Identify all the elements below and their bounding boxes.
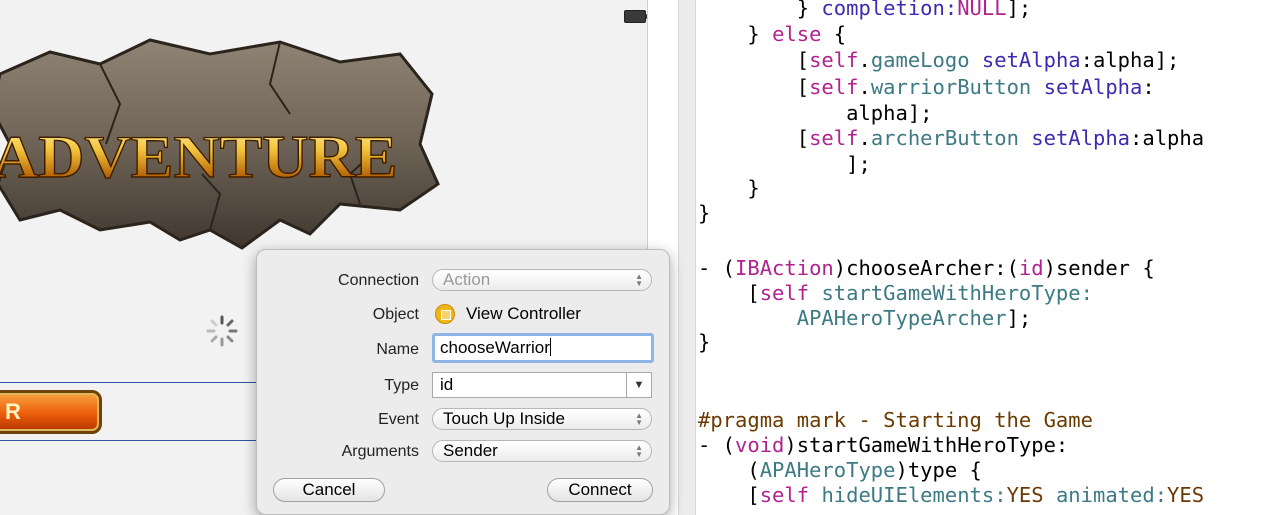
arguments-label: Arguments (341, 443, 419, 460)
view-controller-icon (435, 304, 455, 324)
code-line: } (698, 201, 711, 225)
code-line: alpha]; (698, 101, 933, 125)
stepper-arrows-icon: ▲ ▼ (635, 272, 643, 288)
type-value: id (440, 375, 454, 394)
battery-icon (624, 10, 647, 23)
connection-select[interactable]: Action ▲ ▼ (432, 269, 652, 291)
code-line: [self.archerButton setAlpha:alpha (698, 126, 1205, 150)
connection-guide-line (0, 382, 256, 383)
cancel-button[interactable]: Cancel (273, 478, 385, 502)
connection-guide-line (0, 440, 256, 441)
stepper-arrows-icon: ▲ ▼ (635, 411, 643, 427)
code-line: [self startGameWithHeroType: (698, 281, 1093, 305)
warrior-button[interactable]: R (0, 390, 102, 434)
editor-split-divider[interactable] (678, 0, 696, 515)
event-label: Event (378, 411, 419, 428)
code-line: [self.warriorButton setAlpha: (698, 75, 1155, 99)
code-line: - (IBAction)chooseArcher:(id)sender { (698, 256, 1155, 280)
arguments-value: Sender (443, 441, 498, 460)
code-line: } else { (698, 22, 847, 46)
object-label: Object (372, 306, 419, 323)
game-logo[interactable]: ADVENTURE (0, 34, 450, 256)
connection-value: Action (443, 270, 491, 289)
code-line: APAHeroTypeArcher]; (796, 306, 1032, 330)
name-input[interactable]: chooseWarrior (432, 333, 654, 363)
code-line: ]; (698, 152, 871, 176)
code-line: - (void)startGameWithHeroType: (698, 433, 1069, 457)
code-line: } completion:NULL]; (698, 0, 1032, 20)
event-select[interactable]: Touch Up Inside ▲ ▼ (432, 408, 652, 430)
name-input-value: chooseWarrior (440, 338, 550, 357)
arguments-select[interactable]: Sender ▲ ▼ (432, 440, 652, 462)
event-value: Touch Up Inside (443, 409, 565, 428)
code-line: [self hideUIElements:YES animated:YES (698, 483, 1205, 507)
code-editor[interactable]: } completion:NULL]; } else { [self.gameL… (698, 0, 1264, 515)
code-line: [self.gameLogo setAlpha:alpha]; (698, 48, 1180, 72)
text-caret (549, 338, 551, 356)
stepper-arrows-icon: ▲ ▼ (635, 443, 643, 459)
connection-label: Connection (338, 272, 419, 289)
connect-button[interactable]: Connect (547, 478, 653, 502)
loading-spinner-icon (206, 315, 238, 347)
code-line: (APAHeroType)type { (698, 458, 982, 482)
code-line-pragma: #pragma mark - Starting the Game (698, 408, 1093, 432)
object-value: View Controller (466, 304, 581, 323)
code-line: } (698, 330, 711, 354)
dropdown-arrow-icon[interactable]: ▼ (626, 373, 651, 397)
game-logo-text: ADVENTURE (0, 122, 398, 192)
connection-popover: Connection Action ▲ ▼ Object View Control… (256, 249, 670, 515)
type-combobox[interactable]: id ▼ (432, 372, 652, 398)
name-label: Name (376, 341, 419, 358)
code-line: } (698, 176, 760, 200)
type-label: Type (384, 377, 419, 394)
